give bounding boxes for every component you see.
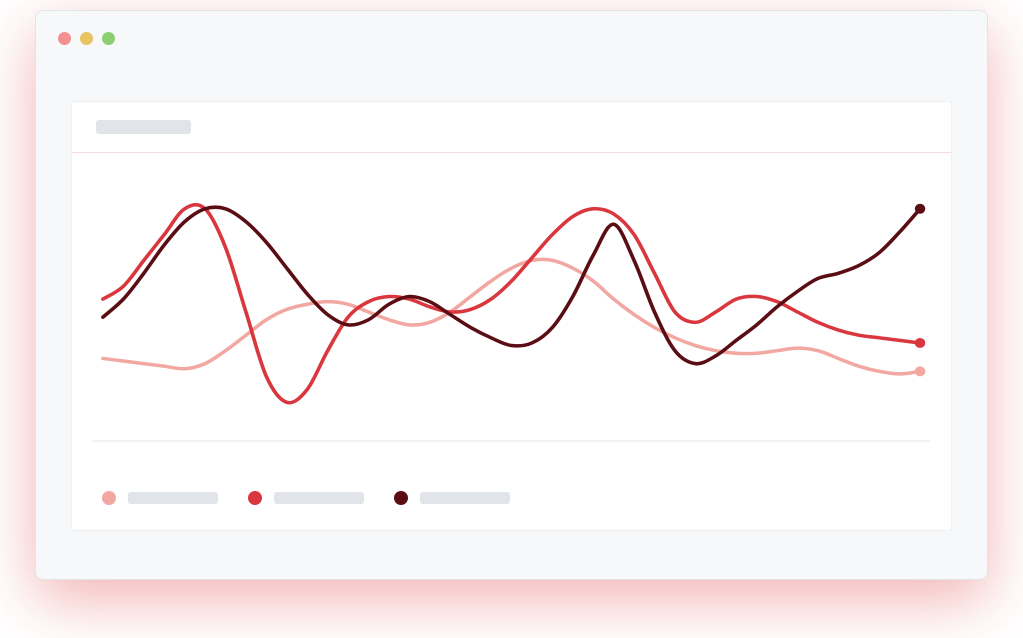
chart-legend bbox=[72, 471, 951, 530]
close-icon[interactable] bbox=[58, 32, 71, 45]
legend-swatch-icon bbox=[394, 491, 408, 505]
card-header bbox=[72, 102, 951, 153]
legend-label-placeholder bbox=[274, 492, 364, 504]
chart-card bbox=[71, 101, 952, 531]
legend-swatch-icon bbox=[102, 491, 116, 505]
legend-label-placeholder bbox=[128, 492, 218, 504]
chart-title-placeholder bbox=[96, 120, 191, 134]
line-chart bbox=[82, 173, 941, 461]
window-titlebar bbox=[36, 11, 987, 66]
series-end-marker-series_c bbox=[915, 204, 925, 214]
series-line-series_c bbox=[103, 207, 920, 364]
chart-area bbox=[72, 153, 951, 471]
legend-label-placeholder bbox=[420, 492, 510, 504]
browser-window bbox=[35, 10, 988, 580]
legend-item-series_c[interactable] bbox=[394, 491, 510, 505]
minimize-icon[interactable] bbox=[80, 32, 93, 45]
zoom-icon[interactable] bbox=[102, 32, 115, 45]
series-end-marker-series_b bbox=[915, 338, 925, 348]
legend-item-series_b[interactable] bbox=[248, 491, 364, 505]
legend-item-series_a[interactable] bbox=[102, 491, 218, 505]
series-line-series_a bbox=[103, 259, 920, 373]
series-line-series_b bbox=[103, 205, 920, 403]
series-end-marker-series_a bbox=[915, 366, 925, 376]
legend-swatch-icon bbox=[248, 491, 262, 505]
